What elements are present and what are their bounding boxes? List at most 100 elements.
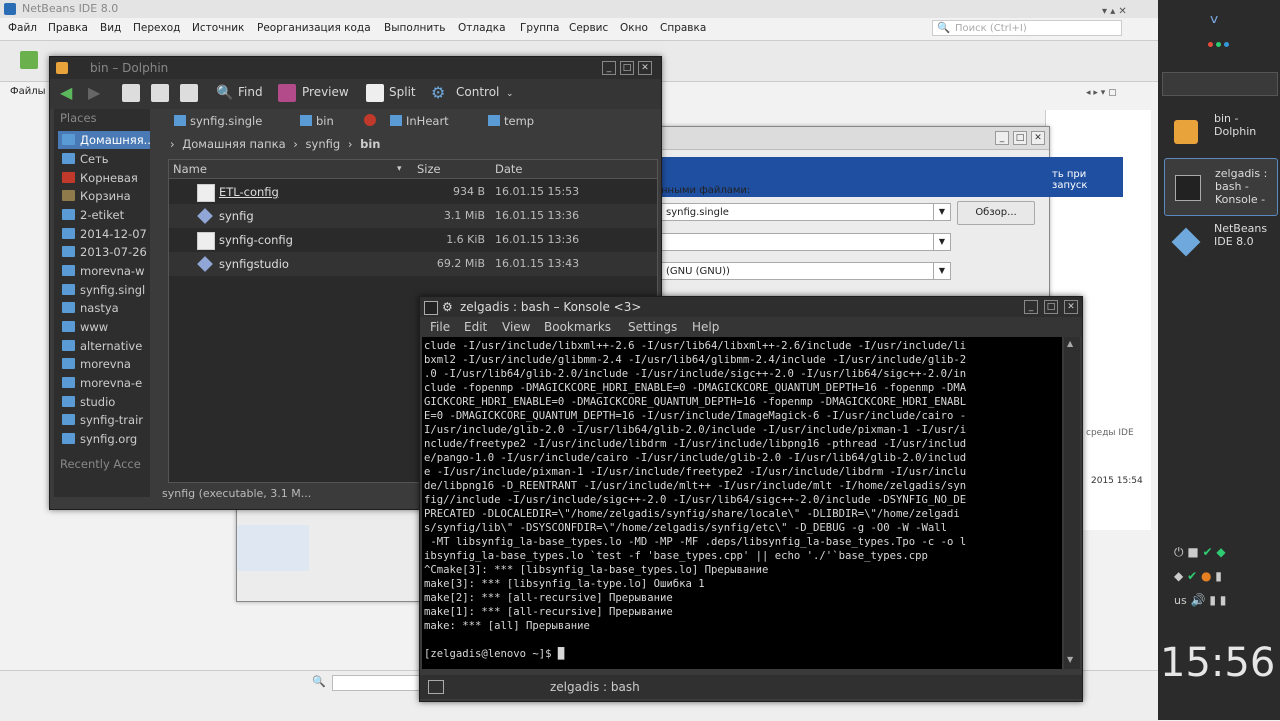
- task-netbeans[interactable]: NetBeans IDE 8.0: [1164, 214, 1276, 270]
- place-item[interactable]: synfig.org: [58, 430, 150, 448]
- file-row[interactable]: synfigstudio 69.2 MiB 16.01.15 13:43: [169, 252, 657, 276]
- menu-run[interactable]: Выполнить: [384, 22, 446, 34]
- konsole-tab[interactable]: zelgadis : bash: [550, 680, 640, 694]
- back-arrow-icon[interactable]: ◀: [60, 83, 72, 102]
- place-item[interactable]: synfig-trair: [58, 411, 150, 429]
- dolphin-minimize-button[interactable]: _: [602, 61, 616, 75]
- dialog-combo-1[interactable]: synfig.single ▼: [661, 203, 951, 221]
- split-button[interactable]: Split: [389, 85, 416, 99]
- menu-view[interactable]: Вид: [100, 22, 121, 34]
- crumb-bin[interactable]: bin: [360, 137, 380, 151]
- new-tab-icon[interactable]: [428, 680, 444, 694]
- battery-icon[interactable]: ▮: [1215, 569, 1222, 583]
- dialog-combo-3[interactable]: (GNU (GNU)) ▼: [661, 262, 951, 280]
- chevron-down-icon[interactable]: ▾: [397, 160, 402, 178]
- notifications-icon[interactable]: ●: [1201, 569, 1211, 583]
- gear-icon[interactable]: ⚙: [431, 83, 445, 102]
- menu-refactor[interactable]: Реорганизация кода: [257, 22, 371, 34]
- clipboard-icon[interactable]: ▮: [1209, 593, 1216, 607]
- place-item[interactable]: 2-etiket: [58, 206, 150, 224]
- column-size[interactable]: Size: [417, 160, 441, 178]
- column-name[interactable]: Name: [173, 160, 207, 178]
- konsole-close-button[interactable]: ✕: [1064, 300, 1078, 314]
- tab-inheart[interactable]: InHeart: [390, 112, 449, 130]
- place-home[interactable]: Домашняя...: [58, 131, 150, 149]
- menu-bookmarks[interactable]: Bookmarks: [544, 320, 611, 334]
- tray-icon-1[interactable]: ◆: [1174, 569, 1183, 583]
- terminal-scrollbar[interactable]: ▲ ▼: [1064, 337, 1080, 669]
- place-item[interactable]: 2013-07-26: [58, 243, 150, 261]
- find-icon[interactable]: 🔍: [216, 85, 233, 101]
- place-item[interactable]: nastya: [58, 299, 150, 317]
- details-view-icon[interactable]: [180, 84, 198, 102]
- netbeans-search-input[interactable]: Поиск (Ctrl+I): [932, 20, 1122, 36]
- dialog-close-button[interactable]: ✕: [1031, 131, 1045, 145]
- menu-help[interactable]: Справка: [660, 22, 706, 34]
- clock[interactable]: 15:56: [1160, 640, 1280, 686]
- crumb-home[interactable]: Домашняя папка: [182, 137, 285, 151]
- bottom-search-icon[interactable]: 🔍: [312, 675, 326, 688]
- place-root[interactable]: Корневая: [58, 169, 150, 187]
- volume-icon[interactable]: 🔊: [1191, 593, 1206, 607]
- terminal-output[interactable]: clude -I/usr/include/libxml++-2.6 -I/usr…: [422, 337, 1062, 669]
- menu-navigate[interactable]: Переход: [133, 22, 180, 34]
- file-row[interactable]: synfig 3.1 MiB 16.01.15 13:36: [169, 204, 657, 228]
- file-row[interactable]: synfig-config 1.6 KiB 16.01.15 13:36: [169, 228, 657, 252]
- place-trash[interactable]: Корзина: [58, 187, 150, 205]
- new-project-icon[interactable]: [20, 51, 38, 69]
- activity-dots-icon[interactable]: [1208, 42, 1232, 50]
- menu-team[interactable]: Группа: [520, 22, 559, 34]
- control-button[interactable]: Control: [456, 85, 499, 99]
- menu-edit[interactable]: Правка: [48, 22, 88, 34]
- place-item[interactable]: alternative: [58, 337, 150, 355]
- chevron-down-icon[interactable]: ▼: [933, 263, 950, 279]
- konsole-maximize-button[interactable]: □: [1044, 300, 1058, 314]
- place-item[interactable]: morevna-w: [58, 262, 150, 280]
- place-item[interactable]: 2014-12-07: [58, 225, 150, 243]
- preview-icon[interactable]: [278, 84, 296, 102]
- power-icon[interactable]: ⏻: [1174, 545, 1184, 559]
- chevron-down-icon[interactable]: ⌄: [506, 89, 514, 99]
- browse-button[interactable]: Обзор...: [957, 201, 1035, 225]
- editor-nav-buttons[interactable]: ◂ ▸ ▾ ▢: [1086, 88, 1117, 98]
- compact-view-icon[interactable]: [151, 84, 169, 102]
- chevron-down-icon[interactable]: ▼: [933, 234, 950, 250]
- stop-icon[interactable]: ■: [1187, 545, 1198, 559]
- tab-synfig-single[interactable]: synfig.single: [174, 112, 262, 130]
- menu-source[interactable]: Источник: [192, 22, 244, 34]
- place-item[interactable]: synfig.singl: [58, 281, 150, 299]
- menu-view[interactable]: View: [502, 320, 530, 334]
- konsole-minimize-button[interactable]: _: [1024, 300, 1038, 314]
- recently-accessed-header[interactable]: Recently Acce: [60, 457, 141, 471]
- dialog-combo-2[interactable]: ▼: [661, 233, 951, 251]
- crumb-synfig[interactable]: synfig: [306, 137, 341, 151]
- place-item[interactable]: www: [58, 318, 150, 336]
- place-item[interactable]: morevna-e: [58, 374, 150, 392]
- menu-file[interactable]: Файл: [8, 22, 37, 34]
- chevron-down-icon[interactable]: ▼: [933, 204, 950, 220]
- battery-status-icon[interactable]: ▮: [1220, 593, 1227, 607]
- dolphin-maximize-button[interactable]: □: [620, 61, 634, 75]
- place-item[interactable]: studio: [58, 393, 150, 411]
- task-konsole[interactable]: zelgadis : bash - Konsole -: [1164, 158, 1278, 216]
- keyboard-layout[interactable]: us: [1174, 594, 1187, 607]
- place-item[interactable]: morevna: [58, 355, 150, 373]
- updates-icon[interactable]: ✔: [1187, 569, 1197, 583]
- find-button[interactable]: Find: [238, 85, 263, 99]
- menu-debug[interactable]: Отладка: [458, 22, 506, 34]
- menu-edit[interactable]: Edit: [464, 320, 487, 334]
- kde-logo-icon[interactable]: ᵥ: [1210, 4, 1219, 29]
- tab-temp[interactable]: temp: [488, 112, 534, 130]
- icons-view-icon[interactable]: [122, 84, 140, 102]
- place-network[interactable]: Сеть: [58, 150, 150, 168]
- menu-tools[interactable]: Сервис: [569, 22, 608, 34]
- task-dolphin[interactable]: bin - Dolphin: [1164, 104, 1276, 160]
- file-row[interactable]: ETL-config 934 B 16.01.15 15:53: [169, 180, 657, 204]
- ide-link[interactable]: среды IDE: [1086, 428, 1134, 438]
- close-tab-icon[interactable]: [364, 114, 376, 126]
- dialog-minimize-button[interactable]: _: [995, 131, 1009, 145]
- menu-window[interactable]: Окно: [620, 22, 648, 34]
- network-icon[interactable]: ◆: [1216, 545, 1225, 559]
- column-date[interactable]: Date: [495, 160, 523, 178]
- menu-help[interactable]: Help: [692, 320, 719, 334]
